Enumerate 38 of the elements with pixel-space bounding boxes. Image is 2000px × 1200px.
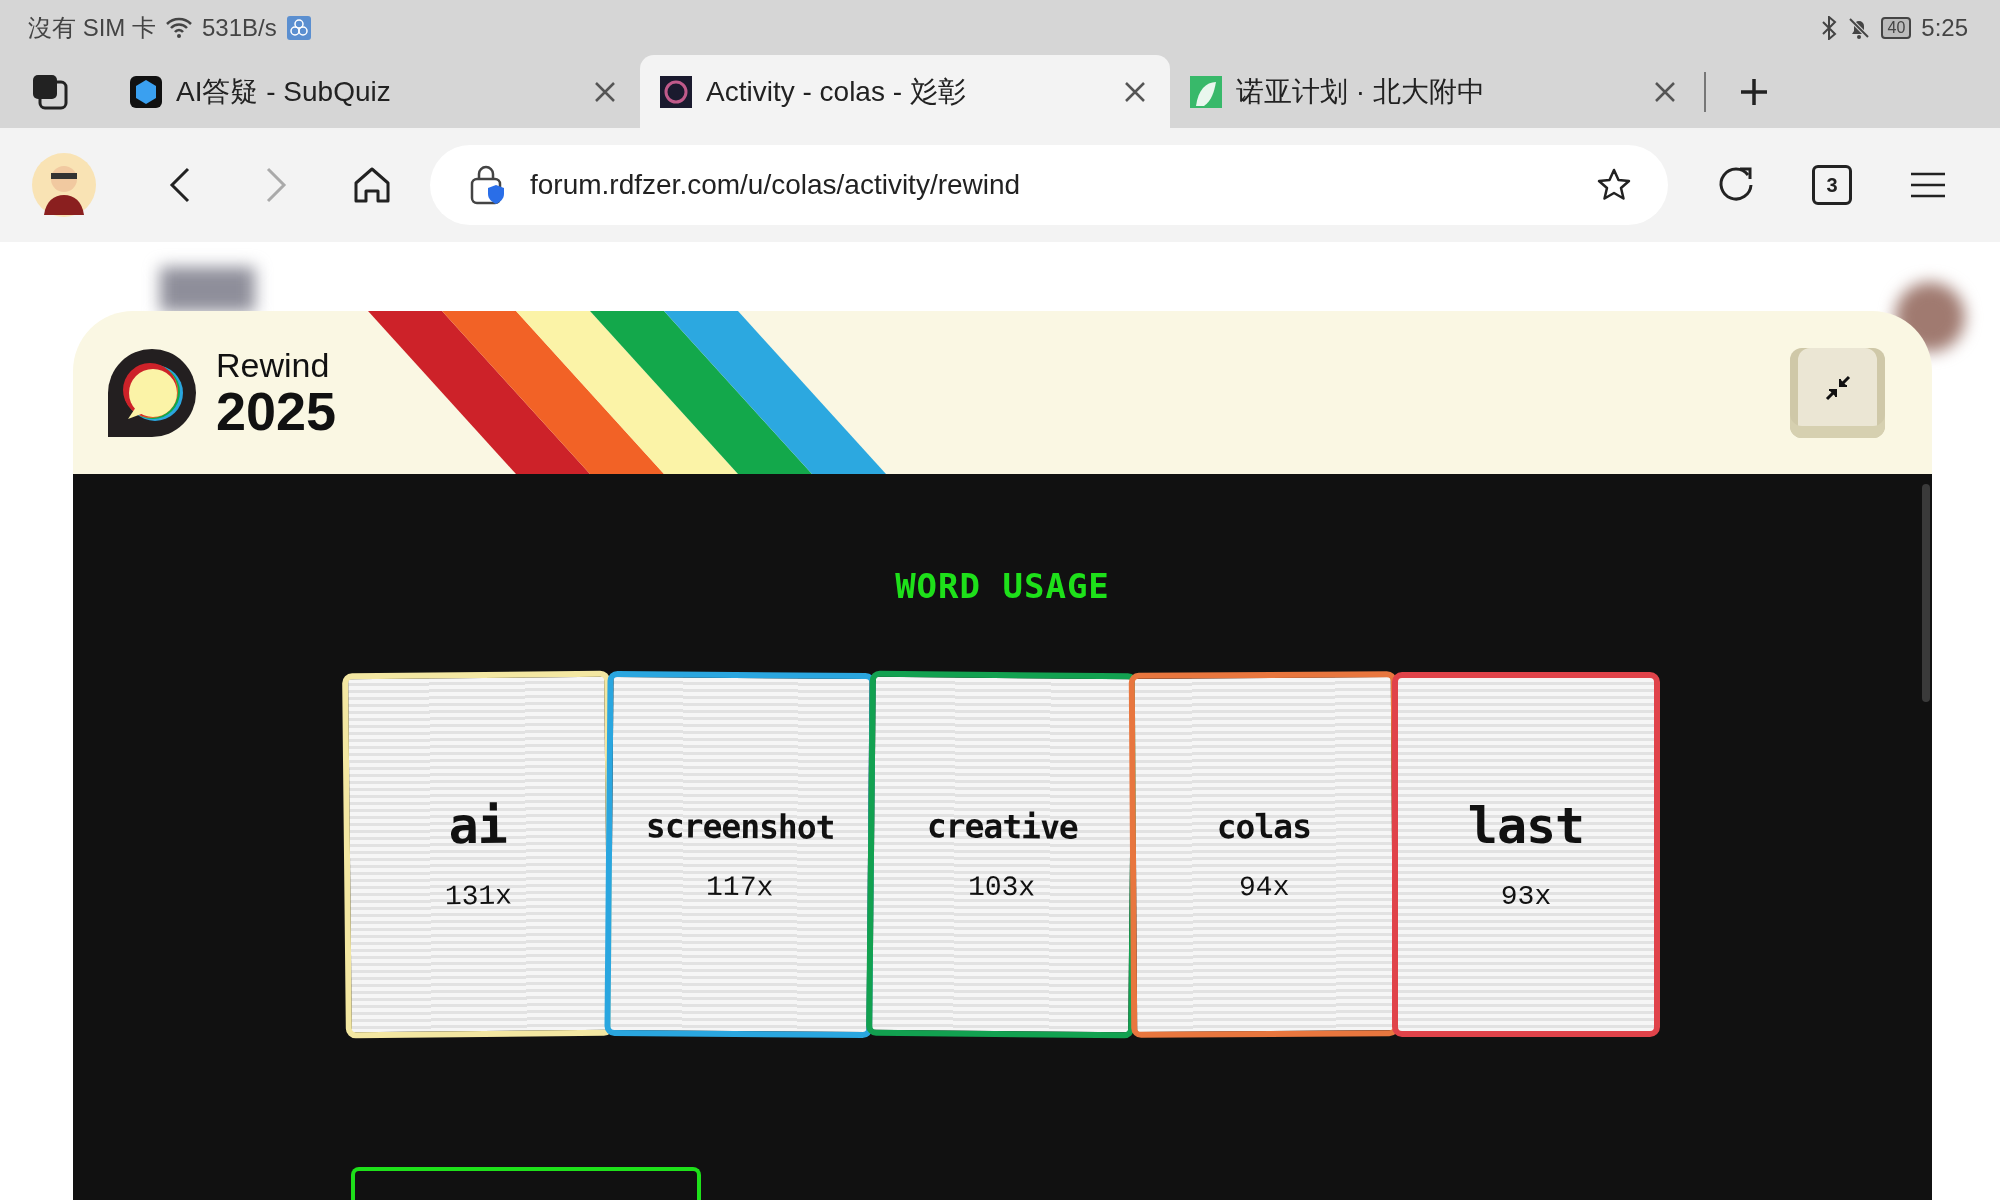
clock-time: 5:25 [1921,13,1968,42]
favicon-icon [130,75,162,108]
carrier-text: 沒有 SIM 卡 [28,12,156,43]
chat-bubble-logo-icon [108,348,196,437]
browser-tab[interactable]: Activity - colas - 彣彰 [640,55,1170,128]
close-icon[interactable] [594,80,616,103]
star-icon[interactable] [1596,167,1632,203]
muted-bell-icon [1847,15,1872,40]
wifi-icon [166,16,192,39]
battery-level: 40 [1881,16,1912,39]
tab-count[interactable]: 3 [1812,165,1852,205]
word-count: 103x [967,871,1036,903]
word-text: colas [1216,806,1312,846]
word-text: screenshot [645,805,835,847]
rewind-label: Rewind [216,347,331,382]
close-icon[interactable] [1124,80,1146,103]
browser-tab[interactable]: AI答疑 - SubQuiz [110,55,640,128]
word-count: 94x [1238,871,1290,903]
address-bar[interactable]: forum.rdfzer.com/u/colas/activity/rewind [430,145,1668,225]
word-count: 117x [705,871,774,903]
browser-tab[interactable]: 诺亚计划 · 北大附中 [1170,55,1700,128]
bluetooth-icon [1821,15,1838,40]
word-text: last [1467,797,1585,855]
favicon-icon [660,75,692,108]
network-speed: 531B/s [202,13,277,42]
word-text: creative [926,805,1078,847]
word-count: 93x [1500,881,1552,912]
favicon-icon [1190,75,1222,108]
app-icon [286,15,311,40]
word-count: 131x [444,880,513,913]
section-title: WORD USAGE [895,566,1110,606]
lock-shield-icon [470,165,506,205]
collapse-icon [1824,374,1851,401]
scrollbar-thumb[interactable] [1922,484,1930,702]
avatar-icon[interactable] [32,153,96,217]
close-icon[interactable] [1654,80,1676,103]
rewind-year: 2025 [216,383,337,438]
word-text: ai [448,796,508,856]
